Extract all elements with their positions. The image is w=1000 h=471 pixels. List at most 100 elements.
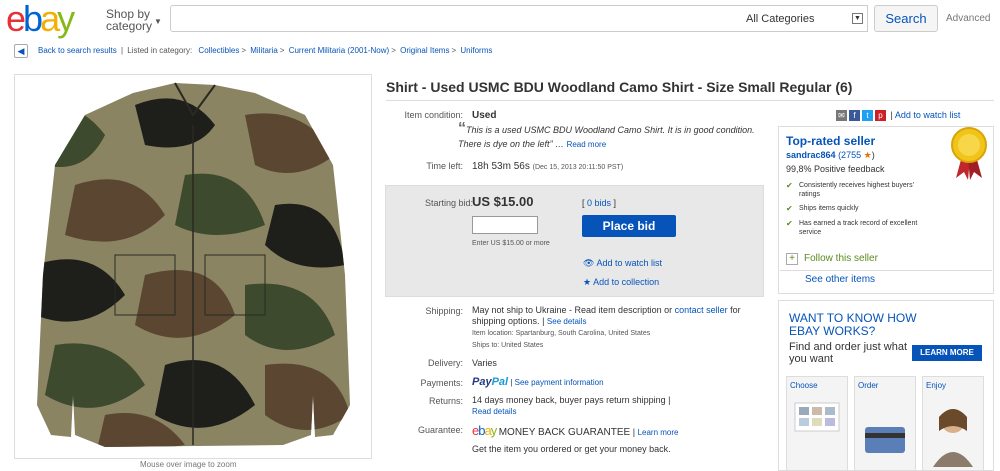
breadcrumb-item[interactable]: Collectibles — [198, 46, 239, 55]
shipping-text: May not ship to Ukraine - Read item desc… — [472, 305, 673, 315]
check-icon: ✔ — [786, 181, 793, 190]
check-icon: ✔ — [786, 219, 793, 228]
bid-hint: Enter US $15.00 or more — [472, 240, 550, 247]
back-arrow-icon[interactable]: ◀ — [14, 44, 28, 58]
starting-bid-label: Starting bid: — [424, 198, 473, 208]
chevron-down-icon: ▼ — [154, 17, 162, 26]
delivery-label: Delivery: — [427, 358, 463, 368]
follow-seller-link[interactable]: + Follow this seller — [786, 253, 878, 265]
add-to-collection-label: Add to collection — [593, 277, 660, 287]
guarantee-label: Guarantee: — [417, 425, 463, 435]
breadcrumb: Back to search results | Listed in categ… — [38, 46, 493, 55]
advanced-search-link[interactable]: Advanced — [946, 13, 990, 24]
share-add-to-watch-list-link[interactable]: Add to watch list — [895, 110, 961, 120]
shipping-info: May not ship to Ukraine - Read item desc… — [472, 305, 741, 349]
item-title: Shirt - Used USMC BDU Woodland Camo Shir… — [386, 79, 853, 95]
see-other-items-link[interactable]: See other items — [805, 274, 875, 285]
pinterest-icon[interactable]: p — [875, 110, 886, 122]
listed-in-label: Listed in category: — [127, 46, 193, 55]
time-left: 18h 53m 56s (Dec 15, 2013 20:11:50 PST) — [472, 161, 623, 172]
seller-score[interactable]: (2755 — [838, 150, 861, 160]
email-icon[interactable]: ✉ — [836, 110, 847, 122]
add-to-watch-list-link[interactable]: 👁 Add to watch list — [583, 258, 662, 269]
twitter-icon[interactable]: t — [862, 110, 873, 122]
item-location: Item location: Spartanburg, South Caroli… — [472, 330, 651, 337]
eye-icon: 👁 — [583, 258, 595, 268]
shop-by-category[interactable]: Shop by category ▼ — [106, 8, 166, 32]
camo-shirt-image — [37, 82, 350, 447]
shop-by-label: Shop by category — [106, 7, 153, 33]
starting-bid-value: US $15.00 — [472, 194, 534, 209]
bids-link[interactable]: 0 bids — [587, 198, 611, 208]
top-rated-seal-icon — [951, 127, 987, 180]
breadcrumb-item[interactable]: Uniforms — [460, 46, 492, 55]
star-icon: ★ — [863, 150, 872, 160]
add-to-watch-list-label: Add to watch list — [596, 258, 662, 268]
see-details-link[interactable]: See details — [547, 317, 587, 326]
zoom-hint: Mouse over image to zoom — [140, 460, 237, 469]
description-text: This is a used USMC BDU Woodland Camo Sh… — [458, 125, 755, 149]
breadcrumb-item[interactable]: Militaria — [250, 46, 278, 55]
ad-tile-label: Choose — [790, 381, 818, 390]
item-image[interactable] — [14, 74, 372, 459]
returns-text: 14 days money back, buyer pays return sh… — [472, 395, 666, 405]
seller-bullet: ✔ Has earned a track record of excellent … — [786, 219, 918, 236]
share-row: ✉ f t p | Add to watch list — [836, 110, 996, 122]
ad-tile-order[interactable]: Order — [854, 376, 916, 471]
seller-bullet: ✔ Consistently receives highest buyers' r… — [786, 181, 914, 198]
returns-info: 14 days money back, buyer pays return sh… — [472, 395, 671, 416]
place-bid-button[interactable]: Place bid — [582, 215, 676, 237]
product-grid-image — [794, 402, 840, 432]
breadcrumb-item[interactable]: Current Militaria (2001-Now) — [289, 46, 389, 55]
ad-tile-choose[interactable]: Choose — [786, 376, 848, 471]
divider — [386, 100, 994, 101]
ad-tile-label: Enjoy — [926, 381, 947, 390]
guarantee-info: ebay MONEY BACK GUARANTEE | Learn more G… — [472, 423, 679, 454]
seller-link[interactable]: sandrac864 — [786, 150, 836, 160]
delivery-value: Varies — [472, 358, 497, 368]
condition-value: Used — [472, 110, 497, 121]
divider — [780, 270, 992, 271]
quote-icon: “ — [458, 120, 466, 137]
ad-subline: Find and order just what you want — [789, 341, 908, 365]
paypal-logo: PayPal — [472, 376, 509, 388]
ad-headline: WANT TO KNOW HOW EBAY WORKS? — [789, 311, 917, 338]
learn-more-button[interactable]: LEARN MORE — [912, 345, 982, 361]
read-more-link[interactable]: Read more — [567, 140, 607, 149]
money-back-guarantee: MONEY BACK GUARANTEE — [498, 427, 631, 438]
time-left-label: Time left: — [426, 161, 463, 171]
positive-feedback: 99,8% Positive feedback — [786, 164, 885, 174]
seller-bullet: ✔ Ships items quickly — [786, 204, 859, 213]
search-button[interactable]: Search — [874, 5, 938, 32]
bid-amount-input[interactable] — [472, 216, 538, 234]
time-left-value: 18h 53m 56s — [472, 161, 530, 172]
item-description: “This is a used USMC BDU Woodland Camo S… — [458, 120, 755, 150]
back-to-search-link[interactable]: Back to search results — [38, 46, 117, 55]
see-payment-link[interactable]: See payment information — [515, 378, 604, 387]
contact-seller-link[interactable]: contact seller — [675, 305, 728, 315]
ad-tile-enjoy[interactable]: Enjoy — [922, 376, 984, 471]
guarantee-text: Get the item you ordered or get your mon… — [472, 444, 671, 454]
add-to-collection-link[interactable]: ★ Add to collection — [583, 277, 659, 288]
top-rated-seller-title[interactable]: Top-rated seller — [786, 134, 875, 148]
read-details-link[interactable]: Read details — [472, 407, 516, 416]
follow-label: Follow this seller — [804, 253, 878, 264]
seller-name: sandrac864 (2755 ★) — [786, 150, 875, 160]
payments-label: Payments: — [420, 378, 463, 388]
time-left-date: (Dec 15, 2013 20:11:50 PST) — [532, 164, 624, 171]
credit-card-image — [865, 427, 905, 453]
ebay-logo[interactable]: ebay — [6, 0, 98, 38]
star-icon: ★ — [583, 277, 592, 287]
facebook-icon[interactable]: f — [849, 110, 860, 122]
ebay-logo-small: ebay — [472, 423, 497, 438]
person-image — [933, 409, 973, 467]
breadcrumb-item[interactable]: Original Items — [400, 46, 449, 55]
shipping-label: Shipping: — [425, 306, 463, 316]
payments-info: PayPal | See payment information — [472, 376, 604, 388]
category-select-value: All Categories — [746, 13, 815, 25]
bid-count: [ 0 bids ] — [582, 198, 617, 208]
learn-more-link[interactable]: Learn more — [638, 428, 679, 437]
check-icon: ✔ — [786, 204, 793, 213]
ad-tile-label: Order — [858, 381, 879, 390]
category-select[interactable]: All Categories ▼ — [740, 6, 865, 31]
